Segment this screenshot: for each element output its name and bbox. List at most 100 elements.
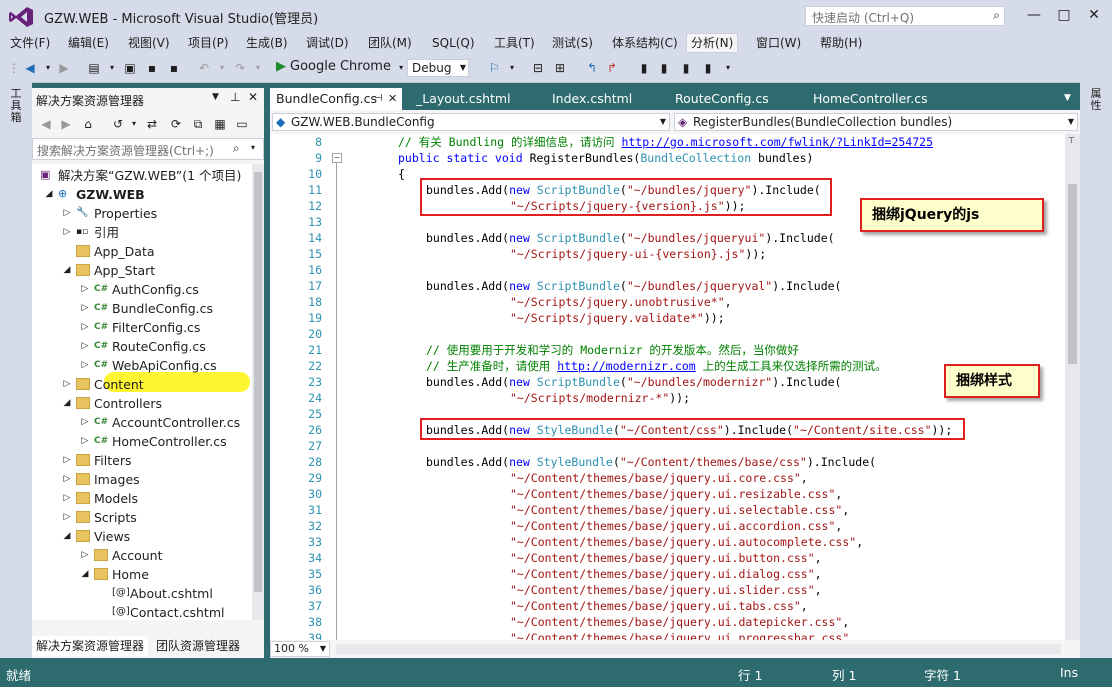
save-all-icon[interactable]: ▪ (166, 60, 182, 76)
code-link[interactable]: http://go.microsoft.com/fwlink/?LinkId=2… (621, 135, 933, 149)
menu-item-12[interactable]: 窗口(W) (752, 34, 805, 52)
new-project-dropdown-icon[interactable]: ▾ (104, 60, 120, 76)
expand-arrow-icon[interactable]: ▷ (62, 508, 72, 527)
tab-overflow-icon[interactable]: ▼ (1064, 93, 1071, 103)
undo-dropdown-icon[interactable]: ▾ (214, 60, 230, 76)
close-panel-icon[interactable]: ✕ (248, 90, 258, 104)
toolbar-overflow-icon[interactable]: ▾ (720, 60, 736, 76)
expand-arrow-icon[interactable]: ▷ (80, 280, 90, 299)
tree-item[interactable]: ▷ Scripts (32, 508, 252, 527)
collapse-arrow-icon[interactable]: ◢ (44, 185, 54, 204)
back-dropdown-icon[interactable]: ▾ (40, 60, 56, 76)
menu-item-2[interactable]: 视图(V) (124, 34, 174, 52)
home-icon[interactable]: ⌂ (80, 116, 96, 132)
history-icon[interactable]: ↺ (110, 116, 126, 132)
panel-dropdown-icon[interactable]: ▼ (212, 92, 219, 102)
undo-icon[interactable]: ↶ (196, 60, 212, 76)
tab-layout[interactable]: _Layout.cshtml (410, 88, 517, 110)
tree-item[interactable]: ▷ C# FilterConfig.cs (32, 318, 252, 337)
expand-arrow-icon[interactable]: ▷ (62, 223, 72, 242)
properties-tab[interactable]: 属性 (1086, 88, 1106, 112)
menu-item-11[interactable]: 分析(N) (686, 33, 739, 53)
tab-index[interactable]: Index.cshtml (546, 88, 638, 110)
configuration-select[interactable]: Debug ▼ (407, 59, 469, 77)
solution-tree-scrollbar[interactable] (252, 164, 264, 620)
redo-icon[interactable]: ↷ (232, 60, 248, 76)
tree-item[interactable]: ▷ 🔧 Properties (32, 204, 252, 223)
expand-arrow-icon[interactable]: ▷ (62, 375, 72, 394)
pin-icon[interactable]: ⊣ (374, 88, 383, 110)
split-icon[interactable]: ⊤ (1068, 136, 1075, 145)
restore-button[interactable]: □ (1050, 4, 1078, 26)
tree-item[interactable]: ◢ App_Start (32, 261, 252, 280)
refresh-icon[interactable]: ⟳ (168, 116, 184, 132)
bookmark-next-icon[interactable]: ▮ (656, 60, 672, 76)
tree-item[interactable]: ◢ Controllers (32, 394, 252, 413)
menu-item-5[interactable]: 调试(D) (302, 34, 353, 52)
menu-item-9[interactable]: 测试(S) (548, 34, 597, 52)
code-link[interactable]: http://modernizr.com (557, 359, 695, 373)
tree-item[interactable]: ▷ C# WebApiConfig.cs (32, 356, 252, 375)
show-all-files-icon[interactable]: ▦ (212, 116, 228, 132)
menu-item-13[interactable]: 帮助(H) (816, 34, 866, 52)
new-project-icon[interactable]: ▤ (86, 60, 102, 76)
class-navigation-select[interactable]: ◆ GZW.WEB.BundleConfig ▼ (272, 113, 670, 131)
menu-item-1[interactable]: 编辑(E) (64, 34, 113, 52)
collapse-arrow-icon[interactable]: ◢ (62, 261, 72, 280)
scrollbar-thumb[interactable] (254, 172, 262, 592)
menu-item-4[interactable]: 生成(B) (242, 34, 292, 52)
expand-arrow-icon[interactable]: ▷ (80, 337, 90, 356)
tree-item[interactable]: ▷ Filters (32, 451, 252, 470)
minimize-button[interactable]: — (1020, 4, 1048, 26)
tree-item[interactable]: App_Data (32, 242, 252, 261)
menu-item-8[interactable]: 工具(T) (490, 34, 539, 52)
tree-item[interactable]: ▷ ▪▫ 引用 (32, 223, 252, 242)
tab-routeconfig[interactable]: RouteConfig.cs (669, 88, 775, 110)
tree-item[interactable]: ▷ Models (32, 489, 252, 508)
expand-arrow-icon[interactable]: ▷ (62, 489, 72, 508)
attach-icon[interactable]: ⚐ (486, 60, 502, 76)
tree-item[interactable]: ▷ C# AuthConfig.cs (32, 280, 252, 299)
menu-item-3[interactable]: 项目(P) (184, 34, 233, 52)
tree-item[interactable]: ▷ C# AccountController.cs (32, 413, 252, 432)
editor-vertical-scrollbar[interactable]: ⊤ (1065, 134, 1080, 640)
start-debugging-button[interactable]: ▶ Google Chrome ▾ (276, 59, 403, 77)
tree-item[interactable]: [@] Contact.cshtml (32, 603, 252, 620)
expand-arrow-icon[interactable]: ▷ (80, 318, 90, 337)
expand-arrow-icon[interactable]: ▷ (80, 546, 90, 565)
expand-arrow-icon[interactable]: ▷ (62, 451, 72, 470)
expand-arrow-icon[interactable]: ▷ (62, 470, 72, 489)
attach-dropdown-icon[interactable]: ▾ (504, 60, 520, 76)
indent-icon[interactable]: ⊞ (552, 60, 568, 76)
expand-arrow-icon[interactable]: ▷ (80, 413, 90, 432)
history-dropdown-icon[interactable]: ▾ (126, 116, 142, 132)
zoom-select[interactable]: 100 % ▼ (270, 641, 330, 657)
collapse-all-icon[interactable]: ⧉ (190, 116, 206, 132)
collapse-arrow-icon[interactable]: ◢ (80, 565, 90, 584)
expand-arrow-icon[interactable]: ▷ (80, 299, 90, 318)
collapse-arrow-icon[interactable]: ◢ (62, 394, 72, 413)
tree-item[interactable]: ◢ Home (32, 565, 252, 584)
tree-item[interactable]: ▷ Account (32, 546, 252, 565)
pin-icon[interactable]: ⊥ (230, 90, 240, 104)
forward-icon[interactable]: ▶ (58, 116, 74, 132)
menu-item-10[interactable]: 体系结构(C) (608, 34, 682, 52)
code-area[interactable]: 8 9 10 11 12 13 14 15 16 17 18 19 20 21 22 23 24 25 26 27 28… (270, 134, 1065, 640)
sync-icon[interactable]: ⇄ (144, 116, 160, 132)
tree-item[interactable]: ▷ Images (32, 470, 252, 489)
tree-item[interactable]: ◢ Views (32, 527, 252, 546)
expand-arrow-icon[interactable]: ▷ (80, 356, 90, 375)
expand-arrow-icon[interactable]: ▷ (80, 432, 90, 451)
bookmark-folder-icon[interactable]: ▮ (678, 60, 694, 76)
bookmark-list-icon[interactable]: ▮ (700, 60, 716, 76)
search-options-icon[interactable]: ▾ (251, 143, 255, 152)
collapse-arrow-icon[interactable]: ◢ (62, 527, 72, 546)
scrollbar-thumb[interactable] (1068, 184, 1077, 364)
member-navigation-select[interactable]: ◈ RegisterBundles(BundleCollection bundl… (674, 113, 1078, 131)
back-icon[interactable]: ◀ (38, 116, 54, 132)
tab-team-explorer[interactable]: 团队资源管理器 (152, 636, 244, 656)
tree-item[interactable]: ▷ C# HomeController.cs (32, 432, 252, 451)
tree-item[interactable]: ◢ ⊕ GZW.WEB (32, 185, 252, 204)
editor-horizontal-scrollbar[interactable] (336, 644, 1061, 654)
menu-item-6[interactable]: 团队(M) (364, 34, 416, 52)
